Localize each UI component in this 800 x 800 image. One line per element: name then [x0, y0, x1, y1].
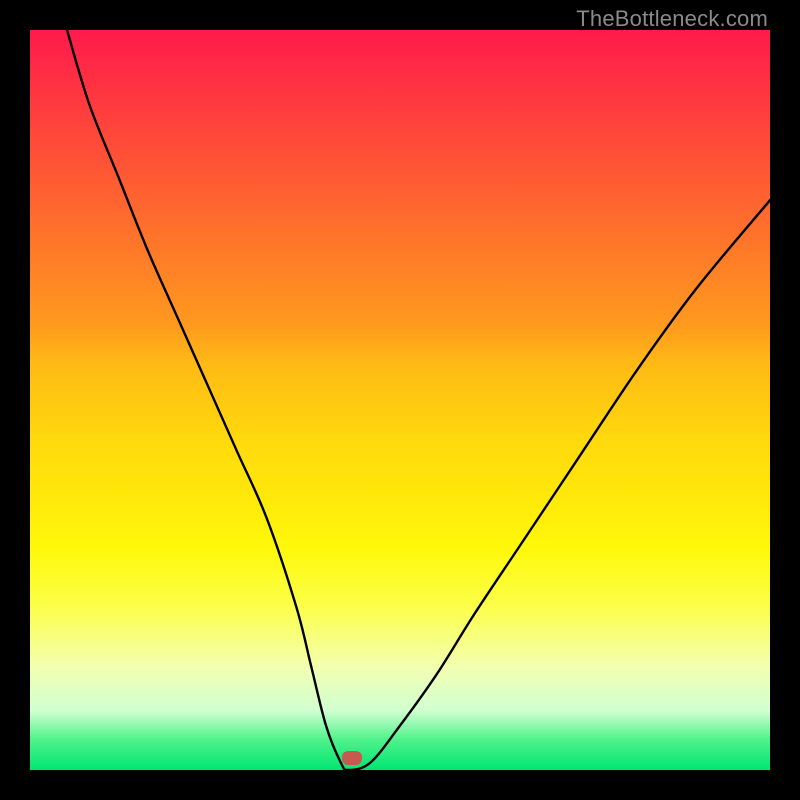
plot-area — [30, 30, 770, 770]
curve-svg — [30, 30, 770, 770]
optimal-marker — [342, 751, 362, 765]
bottleneck-curve — [67, 30, 770, 770]
chart-frame: TheBottleneck.com — [0, 0, 800, 800]
watermark-text: TheBottleneck.com — [576, 6, 768, 32]
